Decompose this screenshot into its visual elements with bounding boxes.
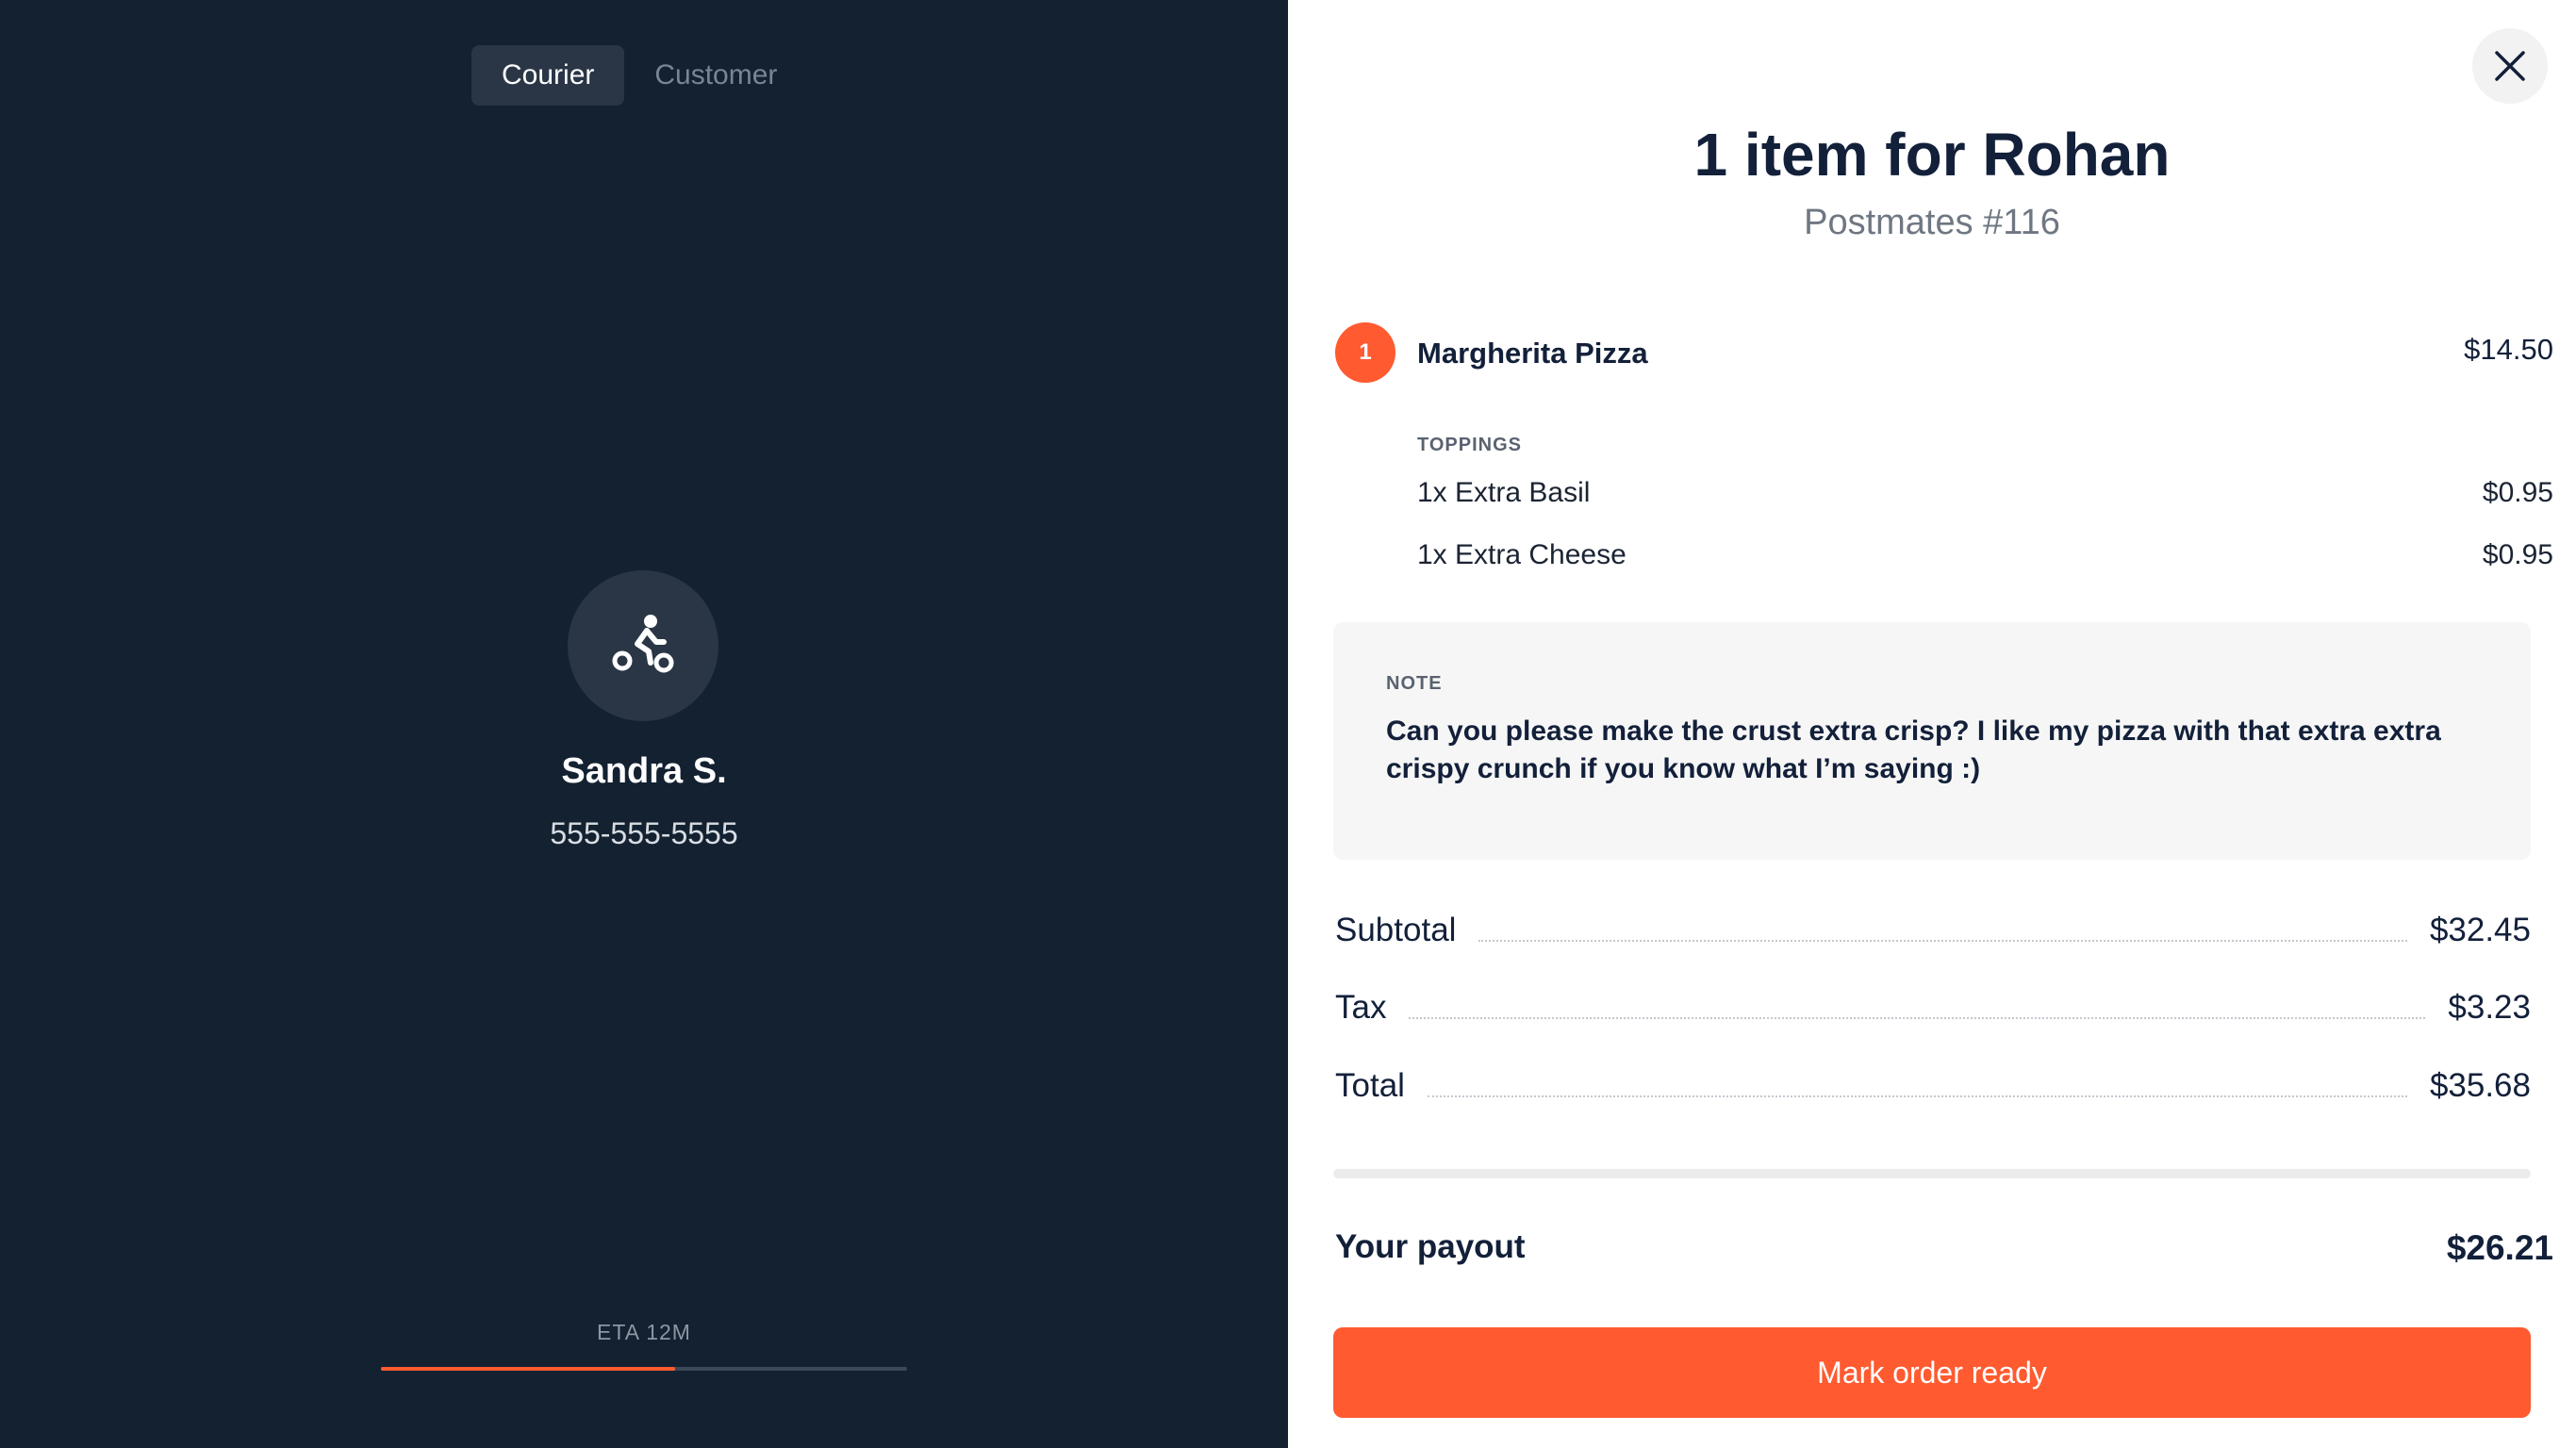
close-icon bbox=[2495, 51, 2525, 81]
eta-progress-bar bbox=[381, 1367, 907, 1371]
subtotal-value: $32.45 bbox=[2429, 912, 2531, 948]
payout-value: $26.21 bbox=[2446, 1228, 2553, 1267]
section-divider bbox=[1333, 1169, 2531, 1178]
dotted-leader bbox=[1427, 1095, 2407, 1097]
item-quantity-badge: 1 bbox=[1335, 322, 1395, 383]
modifier-label: 1x Extra Basil bbox=[1417, 477, 1591, 508]
modifier-group-label: TOPPINGS bbox=[1417, 435, 1522, 455]
modifier-row: 1x Extra Basil $0.95 bbox=[1417, 477, 2553, 515]
dotted-leader bbox=[1478, 940, 2407, 942]
modifier-price: $0.95 bbox=[2482, 539, 2553, 570]
note-label: NOTE bbox=[1386, 673, 1443, 694]
close-button[interactable] bbox=[2472, 28, 2548, 104]
tax-label: Tax bbox=[1335, 989, 1387, 1026]
cyclist-icon bbox=[612, 615, 674, 673]
modifier-row: 1x Extra Cheese $0.95 bbox=[1417, 539, 2553, 577]
note-text: Can you please make the crust extra cris… bbox=[1386, 716, 2441, 784]
view-tabs: Courier Customer bbox=[471, 45, 807, 106]
tab-customer[interactable]: Customer bbox=[624, 45, 807, 106]
courier-panel: Courier Customer Sandra S. 555-555-5555 … bbox=[0, 0, 1288, 1448]
payout-label: Your payout bbox=[1335, 1228, 1526, 1265]
item-price: $14.50 bbox=[2464, 333, 2553, 366]
item-name: Margherita Pizza bbox=[1417, 337, 1648, 370]
order-panel: 1 item for Rohan Postmates #116 1 Marghe… bbox=[1288, 0, 2576, 1448]
subtotal-label: Subtotal bbox=[1335, 912, 1457, 948]
mark-order-ready-button[interactable]: Mark order ready bbox=[1333, 1327, 2531, 1418]
courier-phone[interactable]: 555-555-5555 bbox=[0, 816, 1288, 851]
order-note: NOTE Can you please make the crust extra… bbox=[1333, 622, 2531, 860]
dotted-leader bbox=[1409, 1017, 2426, 1019]
modifier-price: $0.95 bbox=[2482, 477, 2553, 508]
tax-value: $3.23 bbox=[2448, 989, 2531, 1026]
eta-label: ETA 12M bbox=[597, 1320, 691, 1344]
total-label: Total bbox=[1335, 1067, 1405, 1104]
modifier-label: 1x Extra Cheese bbox=[1417, 539, 1627, 570]
order-title: 1 item for Rohan bbox=[1693, 121, 2171, 189]
courier-avatar bbox=[568, 570, 718, 721]
eta-progress-fill bbox=[381, 1367, 676, 1371]
tab-courier[interactable]: Courier bbox=[471, 45, 625, 106]
courier-name: Sandra S. bbox=[561, 751, 727, 791]
subtotal-row: Subtotal $32.45 bbox=[1335, 908, 2531, 949]
total-value: $35.68 bbox=[2429, 1067, 2531, 1104]
total-row: Total $35.68 bbox=[1335, 1063, 2531, 1105]
order-subtitle: Postmates #116 bbox=[1804, 203, 2060, 242]
tax-row: Tax $3.23 bbox=[1335, 985, 2531, 1027]
